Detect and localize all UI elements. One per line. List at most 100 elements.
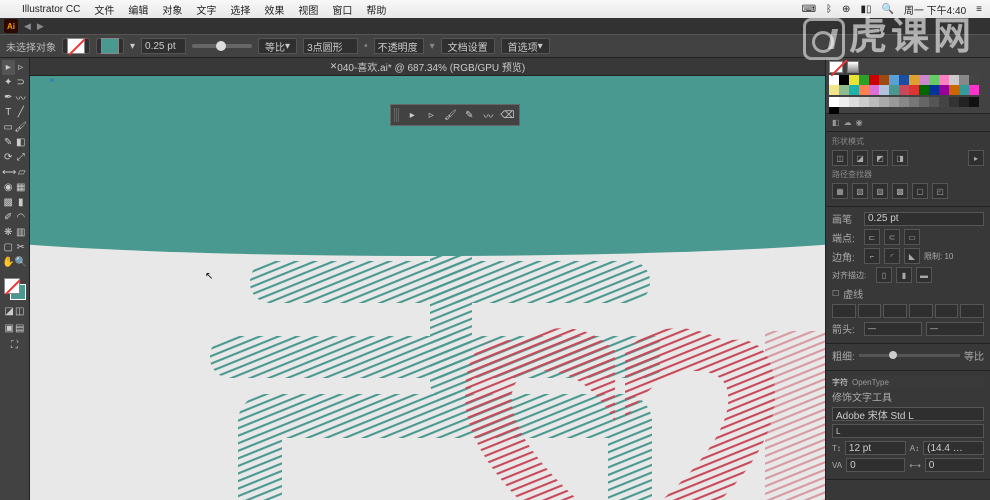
weight-field[interactable]: 0.25 pt <box>864 212 984 226</box>
slice-tool[interactable]: ✂ <box>15 240 28 255</box>
color-mode[interactable]: ◪ <box>4 304 15 319</box>
font-size[interactable]: 12 pt <box>845 441 906 455</box>
pen-tool[interactable]: ✒ <box>2 90 15 105</box>
arrow-end[interactable]: — <box>926 322 984 336</box>
join-miter[interactable]: ⌐ <box>864 248 880 264</box>
float-select-tool[interactable]: ▸ <box>404 107 421 123</box>
swatch[interactable] <box>889 75 899 85</box>
tab-icon[interactable]: ◧ <box>832 118 840 127</box>
profile-dropdown[interactable]: 等比 ▾ <box>258 38 297 54</box>
free-transform-tool[interactable]: ▱ <box>16 165 27 180</box>
swatch-gray[interactable] <box>969 97 979 107</box>
magic-wand-tool[interactable]: ✦ <box>2 75 15 90</box>
floating-toolbar[interactable]: ▸ ▹ 🖌 ✎ 〰 ⌫ <box>390 104 520 126</box>
swatch[interactable] <box>969 75 979 85</box>
swatch[interactable] <box>949 75 959 85</box>
minus-back-button[interactable]: ◰ <box>932 183 948 199</box>
gradient-mode[interactable]: ◫ <box>15 304 26 319</box>
blend-tool[interactable]: ◠ <box>15 210 28 225</box>
draw-normal[interactable]: ▣ <box>4 321 15 336</box>
touch-type[interactable]: 修饰文字工具 <box>832 389 892 404</box>
swatch[interactable] <box>959 75 969 85</box>
canvas[interactable]: × ↖ ▸ ▹ 🖌 ✎ 〰 ⌫ <box>30 76 825 500</box>
cap-square[interactable]: ▭ <box>904 229 920 245</box>
document-tab[interactable]: ✕ 040-喜欢.ai* @ 687.34% (RGB/GPU 预览) <box>30 58 825 76</box>
swatch[interactable] <box>879 75 889 85</box>
merge-button[interactable]: ▨ <box>872 183 888 199</box>
eyedropper-tool[interactable]: ✐ <box>2 210 15 225</box>
doc-setup-button[interactable]: 文档设置 <box>441 38 495 54</box>
swatch[interactable] <box>849 75 859 85</box>
exclude-button[interactable]: ◨ <box>892 150 908 166</box>
shape-builder-tool[interactable]: ◉ <box>2 180 15 195</box>
mesh-tool[interactable]: ▩ <box>2 195 15 210</box>
align-outside[interactable]: ▬ <box>916 267 932 283</box>
divide-button[interactable]: ▦ <box>832 183 848 199</box>
swatch[interactable] <box>829 75 839 85</box>
swatch[interactable] <box>839 85 849 95</box>
swatch-gray[interactable] <box>959 97 969 107</box>
cap-round[interactable]: ⊂ <box>884 229 900 245</box>
screen-mode[interactable]: ⛶ <box>4 338 25 353</box>
swatch-gray[interactable] <box>949 97 959 107</box>
menu-view[interactable]: 视图 <box>298 2 318 17</box>
leading[interactable]: (14.4 … <box>923 441 984 455</box>
float-direct-tool[interactable]: ▹ <box>423 107 440 123</box>
kerning[interactable]: 0 <box>846 458 905 472</box>
align-inside[interactable]: ▮ <box>896 267 912 283</box>
tab-character[interactable]: 字符 <box>832 377 848 388</box>
swatch[interactable] <box>909 75 919 85</box>
battery-icon[interactable]: ▮▯ <box>860 4 871 15</box>
width-tool[interactable]: ⟷ <box>2 165 16 180</box>
clock[interactable]: 周一 下午4:40 <box>904 2 966 17</box>
menu-edit[interactable]: 编辑 <box>128 2 148 17</box>
swatch-gray[interactable] <box>829 97 839 107</box>
drag-grip-icon[interactable] <box>394 108 400 122</box>
swatch[interactable] <box>939 75 949 85</box>
swatch[interactable] <box>899 75 909 85</box>
font-style[interactable]: L <box>832 424 984 438</box>
stroke-weight-field[interactable]: 0.25 pt <box>141 38 186 54</box>
swatch-gray[interactable] <box>889 97 899 107</box>
menu-effect[interactable]: 效果 <box>264 2 284 17</box>
swatch[interactable] <box>869 85 879 95</box>
stroke-swatch[interactable] <box>96 38 124 54</box>
swatch[interactable] <box>899 85 909 95</box>
intersect-button[interactable]: ◩ <box>872 150 888 166</box>
swatch[interactable] <box>969 85 979 95</box>
minus-front-button[interactable]: ◪ <box>852 150 868 166</box>
spotlight-icon[interactable]: 🔍 <box>881 4 893 15</box>
fill-swatch[interactable] <box>62 38 90 54</box>
doc-nav-right-icon[interactable]: ▶ <box>37 21 44 32</box>
menu-type[interactable]: 文字 <box>196 2 216 17</box>
swatch-gray[interactable] <box>839 97 849 107</box>
graph-tool[interactable]: ▥ <box>15 225 28 240</box>
swatch[interactable] <box>829 85 839 95</box>
swatch-gray[interactable] <box>899 97 909 107</box>
float-erase-tool[interactable]: ⌫ <box>499 107 516 123</box>
curvature-tool[interactable]: 〰 <box>15 90 28 105</box>
swatch[interactable] <box>859 85 869 95</box>
draw-behind[interactable]: ▤ <box>15 321 26 336</box>
menu-help[interactable]: 帮助 <box>366 2 386 17</box>
swatch[interactable] <box>889 85 899 95</box>
swatch[interactable] <box>949 85 959 95</box>
swatch[interactable] <box>879 85 889 95</box>
stroke-slider[interactable] <box>192 44 252 48</box>
scale-tool[interactable]: ⤢ <box>15 150 28 165</box>
fill-stroke-indicator[interactable] <box>4 278 26 300</box>
swatch[interactable] <box>859 75 869 85</box>
swatch[interactable] <box>929 75 939 85</box>
swatch-gray[interactable] <box>919 97 929 107</box>
swatch-gray[interactable] <box>859 97 869 107</box>
swatch[interactable] <box>919 85 929 95</box>
menu-select[interactable]: 选择 <box>230 2 250 17</box>
artboard-tool[interactable]: ▢ <box>2 240 15 255</box>
swatch[interactable] <box>839 75 849 85</box>
fill-none-icon[interactable] <box>829 61 843 73</box>
join-bevel[interactable]: ◣ <box>904 248 920 264</box>
swatch[interactable] <box>869 75 879 85</box>
swatch[interactable] <box>909 85 919 95</box>
swatch-gray[interactable] <box>909 97 919 107</box>
swatch[interactable] <box>959 85 969 95</box>
